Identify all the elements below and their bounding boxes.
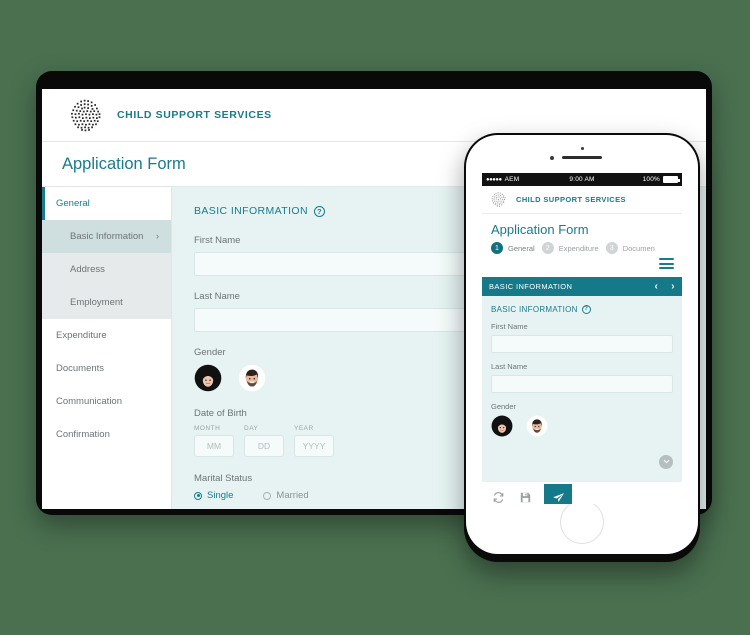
- female-avatar-icon[interactable]: [491, 415, 513, 437]
- radio-unselected-icon: [263, 491, 272, 500]
- front-camera-icon: [550, 156, 554, 160]
- battery-percent: 100%: [642, 176, 660, 183]
- marital-option-label: Single: [207, 490, 234, 501]
- stepper-step-expenditure[interactable]: 2 Expenditure: [541, 242, 599, 254]
- form-stepper: 1 General 2 Expenditure 3 Documen: [482, 242, 682, 254]
- dob-month-caption: MONTH: [194, 425, 221, 432]
- save-button[interactable]: [517, 489, 533, 504]
- carrier-label: AEM: [504, 176, 520, 183]
- marital-option-label: Married: [276, 490, 309, 501]
- gender-label: Gender: [491, 401, 517, 411]
- phone-body: ●●●●● AEM 9:00 AM 100% CHILD SUPPORT SER…: [466, 135, 698, 554]
- stepper-step-general[interactable]: 1 General: [491, 242, 535, 254]
- dob-day-input[interactable]: DD: [244, 435, 284, 457]
- chevron-down-icon: [663, 459, 669, 464]
- device-stage: CHILD SUPPORT SERVICES Application Form …: [0, 0, 750, 635]
- sidebar-item-label: General: [56, 198, 90, 209]
- step-label: General: [508, 243, 535, 253]
- step-label: Documen: [622, 243, 655, 253]
- sidebar-item-confirmation[interactable]: Confirmation: [42, 418, 171, 451]
- mobile-section-title: BASIC INFORMATION: [489, 281, 573, 291]
- mobile-section-bar: BASIC INFORMATION ‹ ›: [482, 276, 682, 296]
- dob-year-caption: YEAR: [294, 425, 314, 432]
- dob-year-cell: YEAR YYYY: [294, 425, 334, 457]
- sidebar-item-general[interactable]: General: [42, 187, 171, 220]
- gender-options: [491, 415, 673, 437]
- mobile-basic-information-form: BASIC INFORMATION ? First Name Last Name…: [482, 295, 682, 481]
- step-number: 2: [541, 242, 554, 254]
- male-avatar-icon[interactable]: [238, 364, 266, 392]
- mobile-form-section-title: BASIC INFORMATION: [491, 304, 578, 314]
- phone-app-header: CHILD SUPPORT SERVICES: [482, 186, 682, 214]
- sidebar-item-label: Employment: [70, 297, 123, 308]
- submit-button[interactable]: [544, 484, 572, 504]
- chevron-right-icon: ›: [156, 231, 159, 241]
- last-name-input[interactable]: [491, 374, 673, 393]
- first-name-input[interactable]: [491, 334, 673, 353]
- collapse-section-button[interactable]: [659, 454, 673, 469]
- mobile-form-section-header: BASIC INFORMATION ?: [491, 304, 673, 314]
- dob-year-input[interactable]: YYYY: [294, 435, 334, 457]
- sidebar-item-label: Address: [70, 264, 105, 275]
- prev-section-button[interactable]: ‹: [655, 281, 659, 292]
- dob-day-cell: DAY DD: [244, 425, 284, 457]
- phone-device-frame: ●●●●● AEM 9:00 AM 100% CHILD SUPPORT SER…: [464, 133, 700, 562]
- mobile-bottom-toolbar: [482, 480, 682, 504]
- sidebar-item-label: Communication: [56, 396, 122, 407]
- help-icon[interactable]: ?: [313, 205, 325, 217]
- female-avatar-icon[interactable]: [194, 364, 222, 392]
- last-name-label: Last Name: [491, 361, 528, 371]
- refresh-button[interactable]: [490, 489, 506, 504]
- dotted-sphere-logo-icon: [490, 191, 507, 208]
- form-section-title: BASIC INFORMATION: [194, 205, 308, 217]
- next-section-button[interactable]: ›: [671, 281, 675, 292]
- brand-name: CHILD SUPPORT SERVICES: [516, 195, 626, 204]
- refresh-icon: [493, 491, 503, 503]
- status-time: 9:00 AM: [569, 176, 595, 183]
- sidebar-item-label: Basic Information: [70, 231, 144, 242]
- dotted-sphere-logo-icon: [68, 98, 103, 133]
- sidebar-item-label: Expenditure: [56, 330, 107, 341]
- menu-button[interactable]: [482, 254, 682, 277]
- hamburger-menu-icon: [659, 258, 674, 272]
- page-title: Application Form: [62, 154, 186, 173]
- sidebar-item-label: Documents: [56, 363, 105, 374]
- sidebar-item-documents[interactable]: Documents: [42, 352, 171, 385]
- marital-option-single[interactable]: Single: [194, 490, 233, 501]
- sidebar-item-basic-information[interactable]: Basic Information ›: [42, 220, 171, 253]
- status-battery-group: 100%: [614, 176, 680, 183]
- stepper-step-documents[interactable]: 3 Documen: [605, 242, 655, 254]
- dob-month-cell: MONTH MM: [194, 425, 234, 457]
- sidebar-item-employment[interactable]: Employment: [42, 286, 171, 319]
- save-floppy-icon: [520, 492, 530, 502]
- phone-status-bar: ●●●●● AEM 9:00 AM 100%: [482, 173, 682, 186]
- status-carrier-group: ●●●●● AEM: [486, 176, 550, 183]
- male-avatar-icon[interactable]: [526, 415, 548, 437]
- section-nav-arrows: ‹ ›: [655, 281, 675, 292]
- page-title: Application Form: [491, 222, 589, 237]
- step-number: 3: [605, 242, 618, 254]
- earpiece-speaker: [562, 156, 602, 159]
- sidebar-item-address[interactable]: Address: [42, 253, 171, 286]
- dob-day-caption: DAY: [244, 425, 259, 432]
- send-paper-plane-icon: [552, 492, 564, 502]
- dob-month-input[interactable]: MM: [194, 435, 234, 457]
- battery-full-icon: [663, 176, 680, 183]
- marital-option-married[interactable]: Married: [263, 490, 309, 501]
- radio-selected-icon: [194, 491, 202, 500]
- proximity-sensor-icon: [581, 147, 584, 150]
- first-name-label: First Name: [491, 321, 528, 331]
- sidebar-nav: General Basic Information › Address Empl…: [42, 186, 172, 509]
- help-icon[interactable]: ?: [581, 304, 591, 314]
- home-button[interactable]: [560, 500, 604, 544]
- sidebar-item-communication[interactable]: Communication: [42, 385, 171, 418]
- step-number: 1: [491, 242, 503, 254]
- phone-screen: ●●●●● AEM 9:00 AM 100% CHILD SUPPORT SER…: [482, 173, 682, 504]
- signal-dots-icon: ●●●●●: [486, 176, 502, 183]
- sidebar-item-label: Confirmation: [56, 429, 110, 440]
- brand-name: CHILD SUPPORT SERVICES: [117, 109, 272, 121]
- sidebar-item-expenditure[interactable]: Expenditure: [42, 319, 171, 352]
- step-label: Expenditure: [558, 243, 599, 253]
